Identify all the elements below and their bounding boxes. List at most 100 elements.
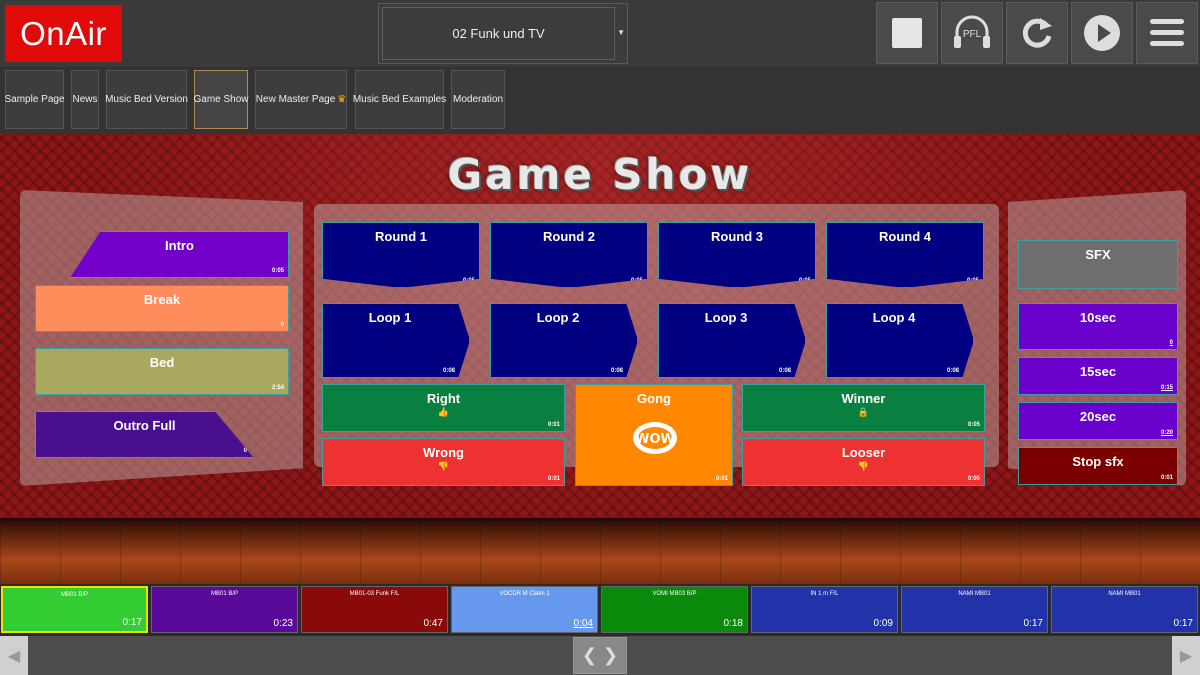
- cart-time: 0:08: [610, 368, 623, 374]
- cart-right[interactable]: Right 👍 0:01: [322, 384, 565, 432]
- player-slot[interactable]: MB01-03 Funk F/L 0:47: [301, 586, 448, 633]
- crown-icon: ♛: [337, 94, 347, 105]
- player-slot[interactable]: VOMI MB03 B/P 0:18: [601, 586, 748, 633]
- cart-loop-4[interactable]: Loop 4 0:08: [826, 303, 974, 378]
- cart-time: 0:08: [946, 368, 959, 374]
- cart-label: Round 3: [711, 229, 763, 244]
- cart-round-4[interactable]: Round 4 0:05: [826, 222, 984, 288]
- stop-icon: [892, 18, 922, 48]
- cart-label: 10sec: [1079, 310, 1117, 325]
- cart-label: Right: [426, 391, 461, 406]
- top-bar: OnAir 02 Funk und TV ▼ PFL: [0, 0, 1200, 67]
- cart-label: 20sec: [1079, 409, 1117, 424]
- cart-label: Break: [143, 292, 181, 307]
- onair-logo: OnAir: [5, 5, 122, 62]
- tab-label: News: [72, 94, 98, 105]
- reload-icon: [1022, 18, 1052, 48]
- cart-intro[interactable]: Intro 0:05: [70, 231, 289, 278]
- cart-label: Wrong: [423, 445, 464, 460]
- cart-time: 0:05: [271, 268, 284, 274]
- chevron-right-icon: ❯: [603, 645, 619, 665]
- cart-round-1[interactable]: Round 1 0:05: [322, 222, 480, 288]
- stop-button[interactable]: [876, 2, 938, 64]
- tab-label: Music Bed Examples: [352, 94, 447, 105]
- tab-music-bed-examples[interactable]: Music Bed Examples: [352, 70, 447, 129]
- cart-wrong[interactable]: Wrong 👎 0:01: [322, 438, 565, 486]
- cart-stop-sfx[interactable]: Stop sfx 0:01: [1018, 447, 1178, 485]
- cart-winner[interactable]: Winner 🔒 0:05: [742, 384, 985, 432]
- cart-label: 15sec: [1079, 364, 1117, 379]
- cart-looser[interactable]: Looser 👎 0:05: [742, 438, 985, 486]
- player-time: 0:09: [873, 618, 893, 629]
- cart-gong[interactable]: Gong WOW 0:01: [575, 384, 733, 486]
- player-time: 0:04: [573, 618, 593, 629]
- player-name: NAMI MB01: [1108, 591, 1141, 597]
- cart-label: Round 4: [879, 229, 931, 244]
- player-slot[interactable]: NAMI MB01 0:17: [1051, 586, 1198, 633]
- playlist-select[interactable]: 02 Funk und TV ▼: [378, 3, 628, 64]
- player-slot[interactable]: IN 1 m F/L 0:09: [751, 586, 898, 633]
- thumbs-down-icon: 👎: [437, 461, 450, 471]
- player-name: MB01 B/P: [210, 591, 238, 597]
- tab-sample-page[interactable]: Sample Page: [4, 70, 65, 129]
- cart-10sec[interactable]: 10sec 0: [1018, 303, 1178, 350]
- cart-time: 0:01: [547, 476, 560, 482]
- tab-game-show[interactable]: Game Show: [193, 70, 249, 129]
- page-title: Game Show: [447, 150, 753, 199]
- cart-label: Loop 1: [368, 310, 412, 325]
- cart-round-2[interactable]: Round 2 0:05: [490, 222, 648, 288]
- playlist-select-value: 02 Funk und TV: [382, 7, 615, 60]
- chevron-left-icon: ❮: [581, 645, 597, 665]
- tab-news[interactable]: News: [71, 70, 99, 129]
- tab-new-master-page[interactable]: New Master Page ♛: [255, 70, 347, 129]
- cart-sfx[interactable]: SFX: [1018, 240, 1178, 289]
- player-time: 0:23: [273, 618, 293, 629]
- cart-15sec[interactable]: 15sec 0:15: [1018, 357, 1178, 395]
- cart-time: 0:01: [715, 476, 728, 482]
- scroll-thumb[interactable]: ❮ ❯: [573, 637, 627, 674]
- scroll-right-arrow-icon[interactable]: ▶: [1172, 636, 1200, 675]
- tab-label: New Master Page: [255, 94, 336, 105]
- player-slot[interactable]: MB01 B/P 0:17: [1, 586, 148, 633]
- tab-moderation[interactable]: Moderation: [451, 70, 505, 129]
- tab-label: Moderation: [452, 94, 504, 105]
- wow-logo-text: WOW: [635, 432, 675, 447]
- player-slot[interactable]: NAMI MB01 0:17: [901, 586, 1048, 633]
- player-name: IN 1 m F/L: [810, 591, 839, 597]
- cart-label: Round 1: [375, 229, 427, 244]
- cart-label: Intro: [165, 238, 194, 253]
- cart-loop-3[interactable]: Loop 3 0:08: [658, 303, 806, 378]
- cart-break[interactable]: Break 0: [35, 285, 289, 332]
- scroll-left-arrow-icon[interactable]: ◀: [0, 636, 28, 675]
- pfl-button[interactable]: PFL: [941, 2, 1003, 64]
- tab-music-bed-version[interactable]: Music Bed Version: [105, 70, 188, 129]
- player-bar: MB01 B/P 0:17 MB01 B/P 0:23 MB01-03 Funk…: [0, 584, 1200, 636]
- cart-time: 0:01: [547, 422, 560, 428]
- pfl-label: PFL: [963, 29, 982, 40]
- player-time: 0:17: [122, 617, 142, 628]
- player-slot[interactable]: VOCDR M Claim 1 0:04: [451, 586, 598, 633]
- player-slot[interactable]: MB01 B/P 0:23: [151, 586, 298, 633]
- play-button[interactable]: [1071, 2, 1133, 64]
- player-name: MB01 B/P: [60, 592, 88, 598]
- cart-loop-2[interactable]: Loop 2 0:08: [490, 303, 638, 378]
- horizontal-scrollbar[interactable]: ◀ ❮ ❯ ▶: [0, 636, 1200, 675]
- player-name: VOCDR M Claim 1: [499, 591, 550, 597]
- tab-label: Game Show: [193, 94, 249, 105]
- cart-round-3[interactable]: Round 3 0:05: [658, 222, 816, 288]
- cart-bed[interactable]: Bed 2:54: [35, 348, 289, 395]
- cart-loop-1[interactable]: Loop 1 0:08: [322, 303, 470, 378]
- cart-label: Stop sfx: [1072, 454, 1124, 469]
- cart-label: Looser: [841, 445, 886, 460]
- cart-time: 0:20: [1160, 430, 1173, 436]
- wooden-floor: [0, 524, 1200, 584]
- menu-button[interactable]: [1136, 2, 1198, 64]
- reload-button[interactable]: [1006, 2, 1068, 64]
- play-icon: [1084, 15, 1120, 51]
- cart-time: 0: [280, 322, 284, 328]
- cart-20sec[interactable]: 20sec 0:20: [1018, 402, 1178, 440]
- cart-time: 0:05: [967, 422, 980, 428]
- lock-icon: 🔒: [857, 407, 870, 417]
- player-name: MB01-03 Funk F/L: [349, 591, 400, 597]
- cart-time: 2:54: [271, 385, 284, 391]
